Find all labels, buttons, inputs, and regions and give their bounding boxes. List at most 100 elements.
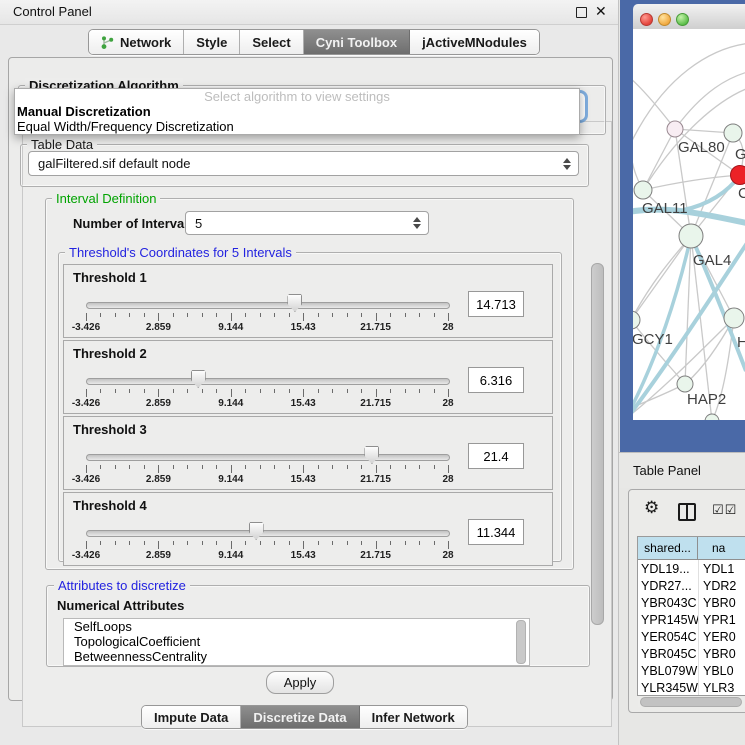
cell-shared-name[interactable]: YBL079W xyxy=(638,664,698,678)
tab-style[interactable]: Style xyxy=(184,30,240,54)
combobox-stepper-icon xyxy=(413,217,421,229)
cell-name[interactable]: YDL1 xyxy=(698,560,745,577)
tab-label: Cyni Toolbox xyxy=(316,35,397,50)
attribute-list-item[interactable]: SelfLoops xyxy=(64,619,529,634)
table-row[interactable]: YER054CYER0 xyxy=(638,628,745,645)
tick-mark xyxy=(216,541,217,545)
tab-label: Discretize Data xyxy=(253,710,346,725)
network-window: GAL80GACGAL11GAL4HGCY1HAP2 xyxy=(620,0,745,452)
tab-discretize-data[interactable]: Discretize Data xyxy=(241,706,359,728)
tab-select[interactable]: Select xyxy=(240,30,303,54)
tick-mark xyxy=(390,313,391,317)
right-region: GAL80GACGAL11GAL4HGCY1HAP2 Table Panel ⚙… xyxy=(619,0,745,745)
column-header-name[interactable]: na xyxy=(698,537,745,559)
network-node-label: GAL4 xyxy=(693,252,731,269)
tick-mark xyxy=(434,389,435,393)
cell-shared-name[interactable]: YPR145W xyxy=(638,613,698,627)
algorithm-option-manual[interactable]: Manual Discretization xyxy=(15,104,579,119)
checkbox-columns-icon[interactable]: ☑☑ xyxy=(712,502,737,518)
attribute-list-item[interactable]: BetweennessCentrality xyxy=(64,649,529,664)
tick-mark xyxy=(129,465,130,469)
network-icon xyxy=(101,35,114,50)
network-node-label: GA xyxy=(735,146,745,163)
network-node-GAL80[interactable] xyxy=(667,121,683,137)
network-edge xyxy=(643,175,740,190)
table-row[interactable]: YBL079WYBL0 xyxy=(638,662,745,679)
tick-mark xyxy=(347,389,348,393)
table-row[interactable]: YDR27...YDR2 xyxy=(638,577,745,594)
network-node[interactable] xyxy=(705,414,719,420)
table-data-combobox[interactable]: galFiltered.sif default node xyxy=(28,151,579,176)
cell-name[interactable]: YER0 xyxy=(698,628,745,645)
cell-shared-name[interactable]: YER054C xyxy=(638,630,698,644)
tick-label: 15.43 xyxy=(273,398,333,409)
tick-mark xyxy=(202,389,203,393)
vertical-scrollbar-thumb[interactable] xyxy=(591,263,604,625)
cell-name[interactable]: YDR2 xyxy=(698,577,745,594)
attribute-list-item[interactable]: TopologicalCoefficient xyxy=(64,634,529,649)
cell-shared-name[interactable]: YLR345W xyxy=(638,681,698,695)
tick-mark xyxy=(376,313,377,321)
attributes-scrollbar-thumb[interactable] xyxy=(516,620,526,664)
tick-label: 2.859 xyxy=(128,550,188,561)
algorithm-option-equal-width[interactable]: Equal Width/Frequency Discretization xyxy=(15,119,579,134)
tab-infer-network[interactable]: Infer Network xyxy=(360,706,467,728)
tick-label: 21.715 xyxy=(346,474,406,485)
table-row[interactable]: YDL19...YDL1 xyxy=(638,560,745,577)
network-node-C[interactable] xyxy=(731,166,745,185)
table-row[interactable]: YPR145WYPR1 xyxy=(638,611,745,628)
zoom-traffic-light-icon[interactable] xyxy=(676,13,689,26)
cell-name[interactable]: YPR1 xyxy=(698,611,745,628)
cell-name[interactable]: YBR0 xyxy=(698,645,745,662)
tab-jactivemnodules[interactable]: jActiveMNodules xyxy=(410,30,539,54)
threshold-value-input[interactable] xyxy=(468,443,524,469)
cell-shared-name[interactable]: YBR043C xyxy=(638,596,698,610)
threshold-value-input[interactable] xyxy=(468,519,524,545)
network-node-H[interactable] xyxy=(724,308,744,328)
column-header-shared-name[interactable]: shared... xyxy=(638,537,698,559)
table-row[interactable]: YBR045CYBR0 xyxy=(638,645,745,662)
threshold-panel: Threshold 4 -3.4262.8599.14415.4321.7152… xyxy=(63,492,553,566)
table-row[interactable]: YBR043CYBR0 xyxy=(638,594,745,611)
number-of-intervals-combobox[interactable]: 5 xyxy=(185,211,429,235)
cell-shared-name[interactable]: YDL19... xyxy=(638,562,698,576)
tick-mark xyxy=(448,313,449,321)
tick-mark xyxy=(390,389,391,393)
horizontal-scrollbar[interactable] xyxy=(638,696,745,707)
network-node-GAL4[interactable] xyxy=(679,224,703,248)
numerical-attributes-list[interactable]: SelfLoopsTopologicalCoefficientBetweenne… xyxy=(63,618,530,666)
threshold-value-input[interactable] xyxy=(468,367,524,393)
network-edge xyxy=(643,129,675,190)
cell-shared-name[interactable]: YDR27... xyxy=(638,579,698,593)
float-window-icon[interactable] xyxy=(576,7,587,18)
network-canvas[interactable]: GAL80GACGAL11GAL4HGCY1HAP2 xyxy=(633,29,745,420)
tab-network[interactable]: Network xyxy=(89,30,184,54)
minimize-traffic-light-icon[interactable] xyxy=(658,13,671,26)
top-tab-bar: NetworkStyleSelect Cyni Toolbox jActiveMNo… xyxy=(88,29,540,55)
network-node-GAL11[interactable] xyxy=(634,181,652,199)
network-node-HAP2[interactable] xyxy=(677,376,693,392)
tab-label: jActiveMNodules xyxy=(422,35,527,50)
gear-icon[interactable]: ⚙ xyxy=(644,498,659,518)
tick-mark xyxy=(115,313,116,317)
close-window-icon[interactable]: ✕ xyxy=(595,3,607,20)
network-node-GA[interactable] xyxy=(724,124,742,142)
threshold-value-input[interactable] xyxy=(468,291,524,317)
tick-mark xyxy=(187,389,188,393)
table-body: YDL19...YDL1YDR27...YDR2YBR043CYBR0YPR14… xyxy=(638,560,745,696)
tick-mark xyxy=(332,389,333,393)
cell-name[interactable]: YLR3 xyxy=(698,679,745,696)
horizontal-scrollbar-thumb[interactable] xyxy=(640,697,742,707)
network-node-GCY1[interactable] xyxy=(633,311,640,329)
tab-cyni-toolbox[interactable]: Cyni Toolbox xyxy=(304,30,410,54)
split-columns-icon[interactable] xyxy=(678,503,696,521)
table-row[interactable]: YLR345WYLR3 xyxy=(638,679,745,696)
tick-mark xyxy=(173,313,174,317)
cell-name[interactable]: YBL0 xyxy=(698,662,745,679)
cell-shared-name[interactable]: YBR045C xyxy=(638,647,698,661)
control-panel-window: Control Panel ✕ NetworkStyleSelectCyni T… xyxy=(0,0,619,745)
tab-impute-data[interactable]: Impute Data xyxy=(142,706,241,728)
cell-name[interactable]: YBR0 xyxy=(698,594,745,611)
apply-button[interactable]: Apply xyxy=(266,671,334,694)
close-traffic-light-icon[interactable] xyxy=(640,13,653,26)
